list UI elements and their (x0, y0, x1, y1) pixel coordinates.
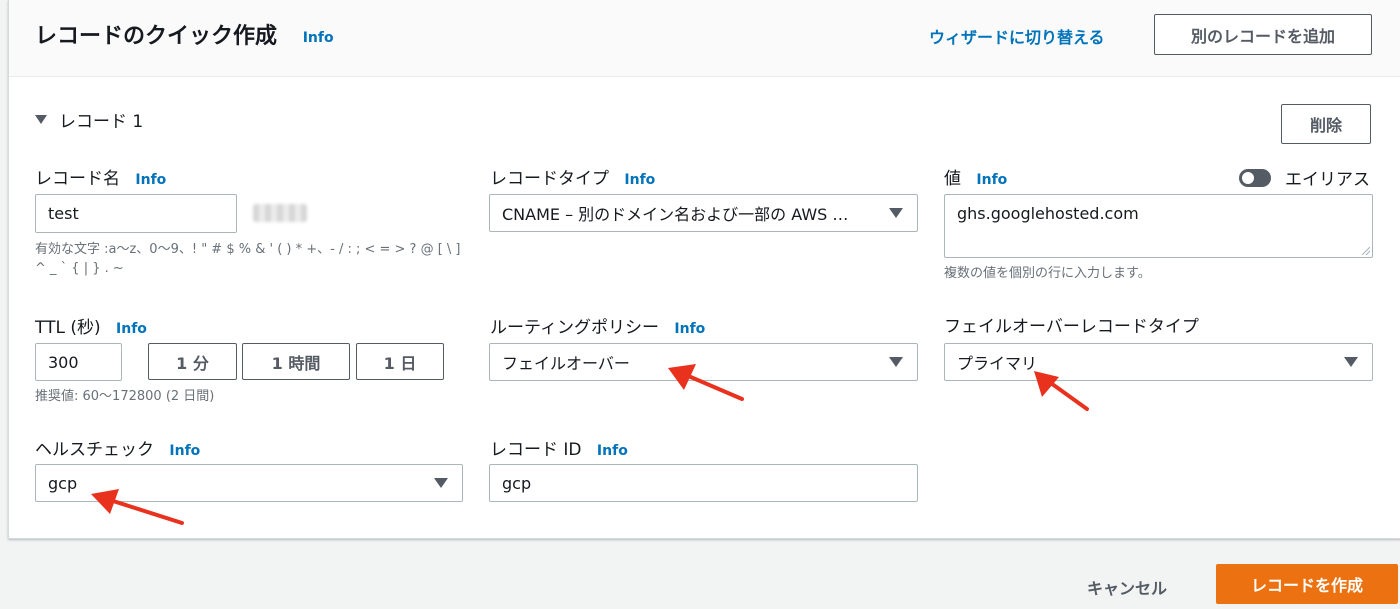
arrow-failover-type-icon (1034, 371, 1089, 411)
cancel-button[interactable]: キャンセル (1087, 575, 1167, 599)
annotation-arrows (91, 364, 1089, 525)
arrow-routing-policy-icon (668, 364, 744, 401)
create-records-button[interactable]: レコードを作成 (1216, 564, 1398, 604)
arrow-health-check-icon (91, 489, 184, 525)
